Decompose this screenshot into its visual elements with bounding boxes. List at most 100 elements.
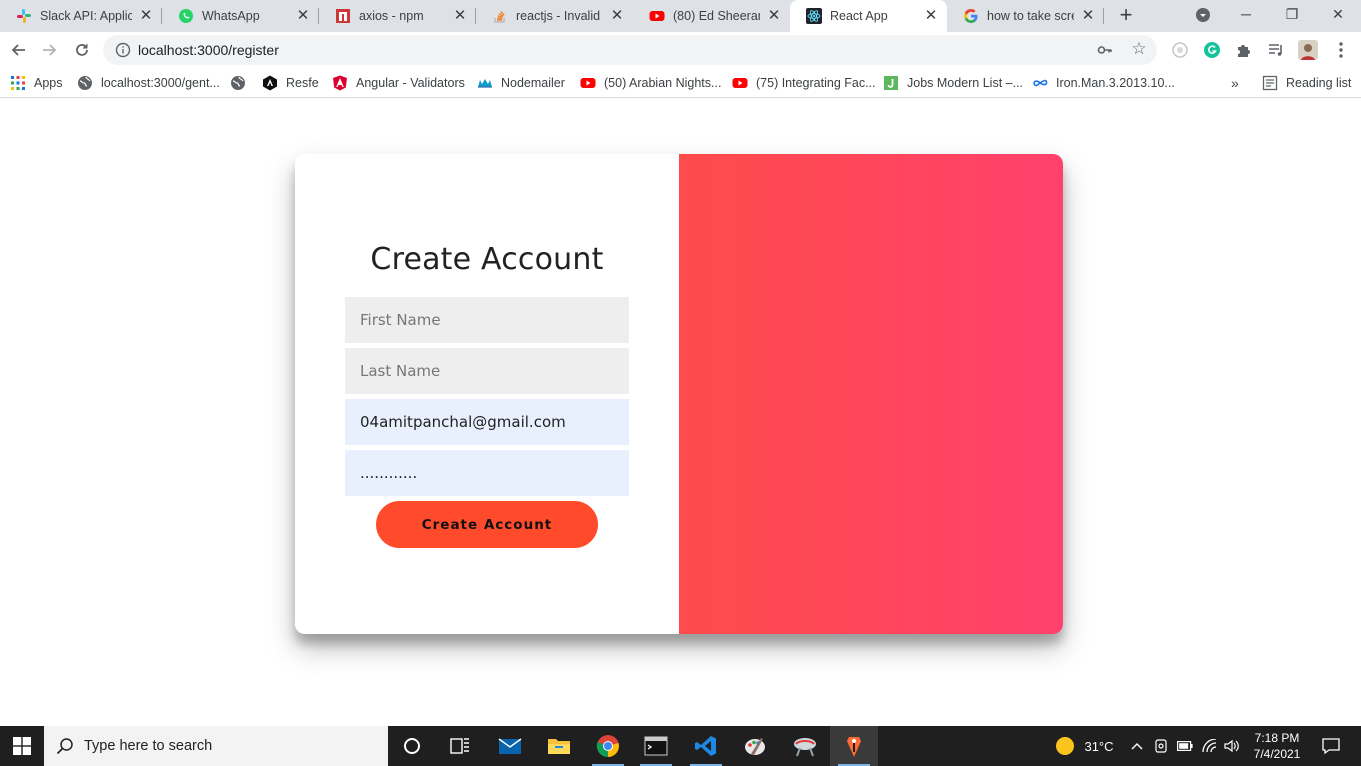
taskbar-clock[interactable]: 7:18 PM 7/4/2021 xyxy=(1244,730,1310,762)
battery-icon[interactable] xyxy=(1175,726,1195,766)
bookmark-apps[interactable]: Apps xyxy=(10,73,63,93)
tab-google[interactable]: how to take scree ✕ xyxy=(947,0,1104,32)
bookmark-globe[interactable] xyxy=(230,73,254,93)
windows-start-icon[interactable] xyxy=(0,726,44,766)
jobs-icon xyxy=(883,75,899,91)
page-title: Create Account xyxy=(370,242,604,277)
close-icon[interactable]: ✕ xyxy=(923,8,939,24)
tab-title: Slack API: Applica xyxy=(40,9,132,23)
reading-list-icon xyxy=(1262,75,1278,91)
close-icon[interactable]: ✕ xyxy=(295,8,311,24)
weather-sun-icon[interactable] xyxy=(1052,726,1078,766)
menu-dots-icon[interactable] xyxy=(1331,40,1351,60)
meet-now-icon[interactable] xyxy=(1151,726,1171,766)
vscode-icon[interactable] xyxy=(682,726,730,766)
bookmark-arabian-nights[interactable]: (50) Arabian Nights... xyxy=(580,73,721,93)
youtube-icon xyxy=(649,8,665,24)
minimize-icon[interactable]: ─ xyxy=(1223,0,1269,30)
infinity-icon xyxy=(1032,75,1048,91)
tab-search-icon[interactable] xyxy=(1195,7,1211,23)
email-field[interactable] xyxy=(345,399,629,445)
browser-toolbar: localhost:3000/register ☆ xyxy=(0,32,1361,68)
youtube-icon xyxy=(580,75,596,91)
apps-grid-icon xyxy=(10,75,26,91)
tab-youtube[interactable]: (80) Ed Sheeran - ✕ xyxy=(633,0,790,32)
bookmark-angular[interactable]: Angular - Validators xyxy=(332,73,465,93)
cortana-icon[interactable] xyxy=(388,726,436,766)
info-icon[interactable] xyxy=(115,42,131,58)
close-icon[interactable]: ✕ xyxy=(766,8,782,24)
key-icon[interactable] xyxy=(1097,42,1113,58)
restore-icon[interactable]: ❐ xyxy=(1269,0,1315,30)
globe-icon xyxy=(77,75,93,91)
bookmark-label: Nodemailer xyxy=(501,76,565,90)
profile-avatar[interactable] xyxy=(1298,40,1318,60)
tab-title: reactjs - Invalid H xyxy=(516,9,603,23)
resfe-icon xyxy=(262,75,278,91)
address-bar[interactable]: localhost:3000/register ☆ xyxy=(103,35,1157,65)
back-arrow-icon[interactable] xyxy=(6,38,30,62)
tab-stackoverflow[interactable]: reactjs - Invalid H ✕ xyxy=(476,0,633,32)
bookmark-localhost[interactable]: localhost:3000/gent... xyxy=(77,73,220,93)
tab-title: (80) Ed Sheeran - xyxy=(673,9,760,23)
tab-title: React App xyxy=(830,9,888,23)
close-icon[interactable]: ✕ xyxy=(452,8,468,24)
mail-icon[interactable] xyxy=(486,726,534,766)
gradient-panel xyxy=(679,154,1063,634)
file-explorer-icon[interactable] xyxy=(535,726,583,766)
globe-icon xyxy=(230,75,246,91)
tab-whatsapp[interactable]: WhatsApp ✕ xyxy=(162,0,319,32)
bookmark-label: Resfe xyxy=(286,76,319,90)
url-text[interactable]: localhost:3000/register xyxy=(138,35,279,65)
bookmarks-overflow-icon[interactable]: » xyxy=(1231,73,1239,93)
snipping-tool-icon[interactable] xyxy=(781,726,829,766)
clock-date: 7/4/2021 xyxy=(1253,747,1301,761)
notification-icon[interactable] xyxy=(1316,726,1346,766)
reload-icon[interactable] xyxy=(70,38,94,62)
close-icon[interactable]: ✕ xyxy=(138,8,154,24)
new-tab-button[interactable]: + xyxy=(1114,4,1138,28)
bookmark-integrating[interactable]: (75) Integrating Fac... xyxy=(732,73,876,93)
forward-arrow-icon[interactable] xyxy=(38,38,62,62)
last-name-field[interactable] xyxy=(345,348,629,394)
bookmark-resfe[interactable]: Resfe xyxy=(262,73,319,93)
bookmark-label: Iron.Man.3.2013.10... xyxy=(1056,76,1175,90)
tab-react-app[interactable]: React App ✕ xyxy=(790,0,947,32)
tab-slack[interactable]: Slack API: Applica ✕ xyxy=(0,0,162,32)
weather-temperature[interactable]: 31°C xyxy=(1080,726,1118,766)
extensions-puzzle-icon[interactable] xyxy=(1234,40,1254,60)
tab-npm[interactable]: axios - npm ✕ xyxy=(319,0,476,32)
whatsapp-icon xyxy=(178,8,194,24)
extension-circle-icon[interactable] xyxy=(1170,40,1190,60)
terminal-icon[interactable] xyxy=(632,726,680,766)
password-field[interactable] xyxy=(345,450,629,496)
bookmarks-bar: Apps localhost:3000/gent... Resfe Angula… xyxy=(0,68,1361,98)
clock-time: 7:18 PM xyxy=(1254,731,1300,745)
nodemailer-icon xyxy=(477,75,493,91)
reading-list[interactable]: Reading list xyxy=(1262,73,1351,93)
task-view-icon[interactable] xyxy=(436,726,484,766)
bookmark-jobs[interactable]: Jobs Modern List –... xyxy=(883,73,1023,93)
postman-icon[interactable] xyxy=(830,726,878,766)
close-icon[interactable]: ✕ xyxy=(609,8,625,24)
bookmark-label: Apps xyxy=(34,76,63,90)
media-playlist-icon[interactable] xyxy=(1266,40,1286,60)
speaker-icon[interactable] xyxy=(1222,726,1242,766)
paint-app-icon[interactable] xyxy=(731,726,779,766)
grammarly-icon[interactable] xyxy=(1202,40,1222,60)
chrome-icon[interactable] xyxy=(584,726,632,766)
bookmark-ironman[interactable]: Iron.Man.3.2013.10... xyxy=(1032,73,1175,93)
close-icon[interactable]: ✕ xyxy=(1080,8,1096,24)
window-close-icon[interactable]: ✕ xyxy=(1315,0,1361,30)
bookmark-label: (75) Integrating Fac... xyxy=(756,76,876,90)
bookmark-star-icon[interactable]: ☆ xyxy=(1130,40,1148,58)
first-name-field[interactable] xyxy=(345,297,629,343)
stackoverflow-icon xyxy=(492,8,508,24)
wifi-icon[interactable] xyxy=(1200,726,1220,766)
taskbar-search[interactable]: Type here to search xyxy=(44,726,388,766)
chevron-up-icon[interactable] xyxy=(1127,726,1147,766)
create-account-button[interactable]: Create Account xyxy=(376,501,598,548)
bookmark-nodemailer[interactable]: Nodemailer xyxy=(477,73,565,93)
reading-list-label: Reading list xyxy=(1286,76,1352,90)
register-card: Create Account Create Account xyxy=(295,154,1063,634)
